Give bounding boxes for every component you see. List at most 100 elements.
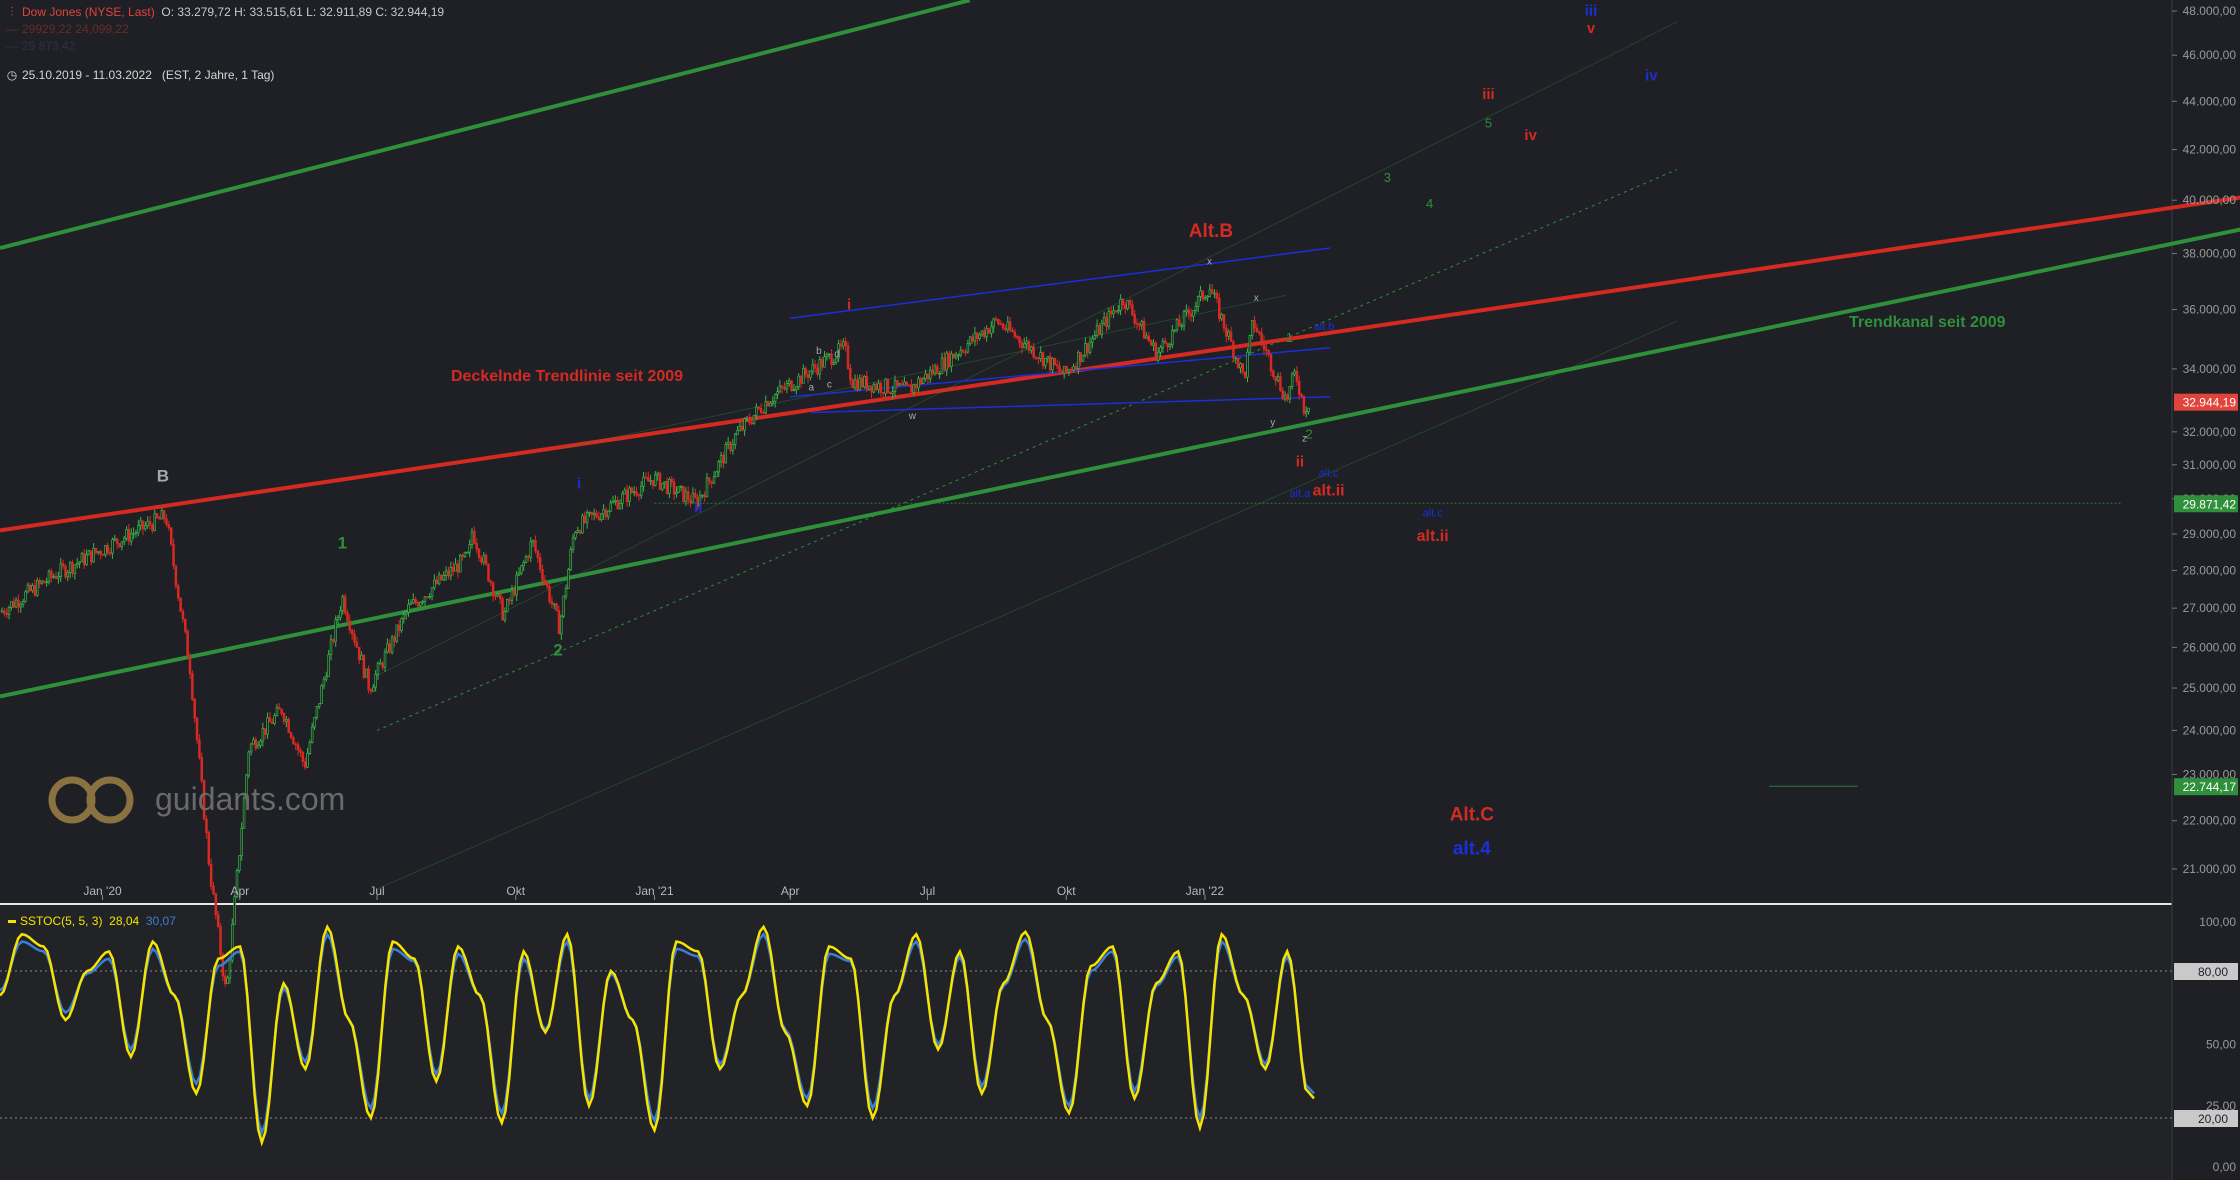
candle-body bbox=[90, 550, 93, 563]
candle-body bbox=[750, 422, 753, 425]
candle-body bbox=[686, 491, 690, 501]
candle-body bbox=[1105, 316, 1108, 328]
candle-body bbox=[1102, 316, 1106, 324]
candle-body bbox=[644, 476, 648, 479]
y-tick-label: 42.000,00 bbox=[2183, 143, 2237, 157]
candle-body bbox=[1185, 309, 1188, 312]
candle-body bbox=[945, 352, 948, 371]
candle-body bbox=[289, 732, 293, 738]
candle-body bbox=[679, 486, 683, 488]
wave-label-28: iii bbox=[1482, 86, 1495, 103]
candle-body bbox=[954, 354, 958, 359]
y-tick-label: 48.000,00 bbox=[2183, 4, 2237, 18]
candle-body bbox=[959, 350, 963, 356]
candle-body bbox=[419, 601, 422, 607]
period-range: 25.10.2019 - 11.03.2022 bbox=[22, 68, 152, 82]
candle-body bbox=[75, 562, 79, 566]
candle-body bbox=[778, 385, 782, 393]
candle-body bbox=[1079, 352, 1082, 362]
candle-body bbox=[743, 418, 746, 431]
candle-body bbox=[787, 380, 791, 384]
candle-body bbox=[137, 525, 140, 534]
candle-body bbox=[266, 717, 269, 735]
candle-body bbox=[191, 673, 194, 700]
wave-label-31: v bbox=[1587, 20, 1596, 37]
candle-body bbox=[17, 599, 20, 608]
candle-body bbox=[254, 739, 258, 749]
candle-body bbox=[1112, 310, 1115, 315]
wave-label-2: 2 bbox=[553, 640, 562, 659]
candle-body bbox=[816, 367, 819, 375]
candle-body bbox=[957, 354, 960, 357]
candle-body bbox=[153, 513, 157, 531]
candle-body bbox=[1206, 296, 1209, 299]
candle-body bbox=[597, 516, 601, 521]
candle-body bbox=[132, 532, 135, 535]
candle-body bbox=[160, 510, 164, 520]
candle-body bbox=[529, 541, 532, 558]
candle-body bbox=[50, 570, 53, 578]
candle-body bbox=[1091, 338, 1094, 343]
candle-body bbox=[40, 580, 44, 584]
instrument-name: Dow Jones (NYSE, Last) bbox=[22, 5, 155, 19]
candle-body bbox=[583, 515, 587, 523]
candle-body bbox=[1069, 369, 1073, 372]
candle-body bbox=[1279, 376, 1282, 391]
candle-body bbox=[134, 532, 138, 535]
candle-body bbox=[1243, 371, 1247, 378]
candle-body bbox=[632, 491, 636, 493]
candle-body bbox=[228, 959, 232, 979]
y-tick-label: 46.000,00 bbox=[2183, 48, 2237, 62]
candle-body bbox=[531, 540, 535, 543]
candle-body bbox=[947, 352, 951, 368]
osc-tick-label: 100,00 bbox=[2199, 915, 2236, 929]
candle-body bbox=[195, 717, 199, 741]
candle-body bbox=[585, 512, 589, 523]
candle-body bbox=[3, 610, 6, 614]
candle-body bbox=[595, 512, 598, 518]
candle-body bbox=[484, 555, 488, 565]
candle-body bbox=[1257, 331, 1261, 334]
candle-body bbox=[849, 368, 852, 381]
candle-body bbox=[12, 601, 15, 608]
candle-body bbox=[346, 612, 349, 622]
candle-body bbox=[125, 529, 128, 539]
candle-body bbox=[256, 744, 260, 749]
chart-canvas[interactable]: B12iiiiabcdwxxyzAlt.B12iialt.aalt.balt.c… bbox=[0, 0, 2240, 1180]
candle-body bbox=[914, 384, 918, 389]
candle-body bbox=[1272, 370, 1275, 377]
candle-body bbox=[332, 639, 335, 642]
candle-body bbox=[1234, 357, 1237, 360]
candle-body bbox=[1044, 357, 1047, 367]
candle-body bbox=[263, 728, 267, 735]
candle-body bbox=[64, 565, 67, 578]
osc-tick-label: 0,00 bbox=[2213, 1160, 2237, 1174]
candle-body bbox=[952, 353, 955, 359]
candle-body bbox=[625, 489, 629, 502]
candle-body bbox=[0, 610, 4, 613]
candle-body bbox=[1203, 297, 1207, 300]
x-tick-label: Apr bbox=[781, 884, 800, 898]
candle-body bbox=[842, 341, 845, 347]
candle-body bbox=[111, 539, 114, 554]
candle-body bbox=[395, 624, 399, 642]
candle-body bbox=[936, 365, 939, 375]
candle-body bbox=[646, 477, 650, 482]
candle-body bbox=[1055, 364, 1059, 367]
y-tick-label: 28.000,00 bbox=[2183, 563, 2237, 577]
x-tick-label: Jul bbox=[369, 884, 384, 898]
candle-body bbox=[296, 744, 300, 751]
candle-body bbox=[85, 554, 88, 565]
candle-body bbox=[127, 529, 131, 542]
candle-body bbox=[729, 442, 732, 451]
candle-body bbox=[341, 596, 345, 612]
candle-body bbox=[790, 380, 793, 392]
candle-body bbox=[271, 721, 274, 724]
oscillator-legend: SSTOC(5, 5, 3) 28,04 30,07 bbox=[8, 914, 176, 928]
candle-body bbox=[635, 491, 638, 496]
candle-body bbox=[238, 855, 241, 872]
candle-body bbox=[938, 373, 941, 375]
candle-body bbox=[715, 471, 718, 478]
candle-body bbox=[146, 520, 149, 527]
candle-body bbox=[1262, 340, 1266, 350]
